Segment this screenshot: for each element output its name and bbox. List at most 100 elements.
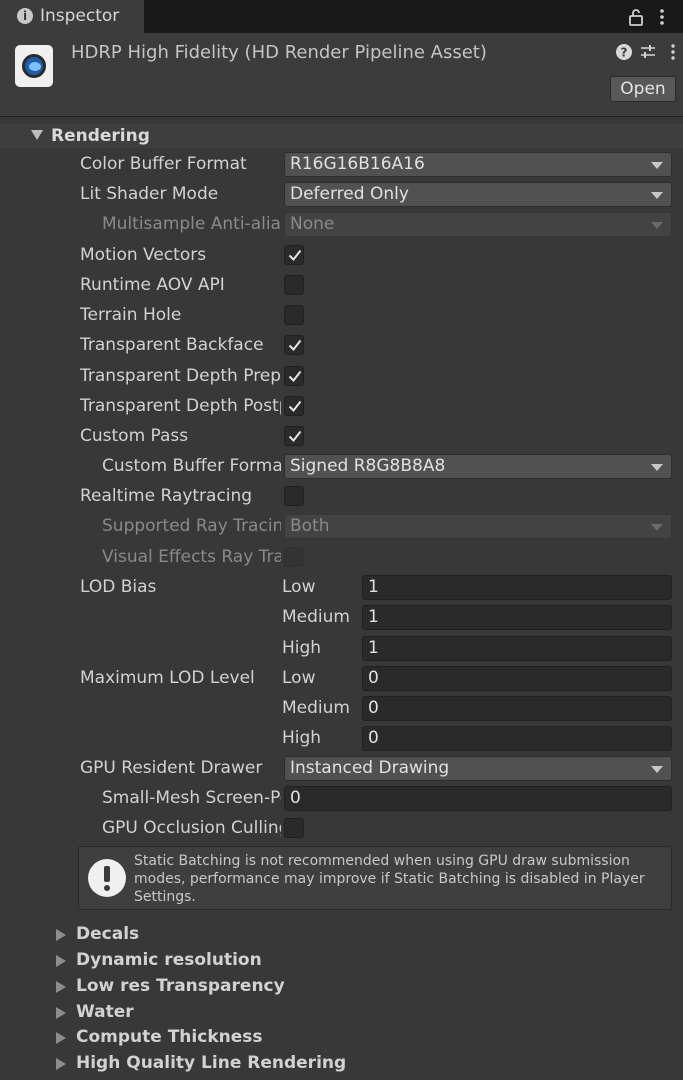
gpu-occlusion-culling-label: GPU Occlusion Culling (102, 818, 281, 838)
header-kebab-menu-icon[interactable] (664, 43, 682, 61)
low-res-transparency-foldout[interactable]: Low res Transparency (0, 975, 683, 999)
lod-bias-high-field[interactable]: 1 (362, 636, 672, 661)
max-lod-medium-label: Medium (282, 698, 350, 718)
gpu-resident-drawer-label: GPU Resident Drawer (80, 758, 263, 778)
msaa-dropdown: None (284, 212, 672, 237)
lod-bias-medium-value: 1 (368, 607, 379, 627)
max-lod-high-label: High (282, 728, 322, 748)
compute-thickness-label: Compute Thickness (76, 1027, 263, 1047)
lod-bias-low-value: 1 (368, 577, 379, 597)
lit-shader-mode-label: Lit Shader Mode (80, 184, 219, 204)
realtime-raytracing-label: Realtime Raytracing (80, 486, 253, 506)
realtime-raytracing-checkbox[interactable] (284, 486, 304, 506)
render-pipeline-asset-icon (15, 45, 53, 87)
gpu-occlusion-culling-checkbox[interactable] (284, 818, 304, 838)
visual-effects-ray-tracing-checkbox (284, 547, 304, 567)
chevron-down-icon (651, 222, 663, 229)
custom-pass-checkbox[interactable] (284, 426, 304, 446)
custom-buffer-format-label: Custom Buffer Format (102, 456, 281, 476)
foldout-collapsed-arrow-icon[interactable] (56, 929, 66, 941)
help-icon[interactable]: ? (615, 43, 633, 61)
lock-icon[interactable] (628, 7, 644, 27)
transparent-depth-prepass-label: Transparent Depth Prepass (80, 366, 281, 386)
lit-shader-mode-value: Deferred Only (290, 184, 409, 204)
checkmark-icon (288, 339, 302, 352)
motion-vectors-checkbox[interactable] (284, 245, 304, 265)
max-lod-high-value: 0 (368, 728, 379, 748)
compute-thickness-foldout[interactable]: Compute Thickness (0, 1026, 683, 1050)
transparent-backface-checkbox[interactable] (284, 335, 304, 355)
info-icon: i (17, 8, 33, 24)
chevron-down-icon (651, 524, 663, 531)
rendering-section-label: Rendering (51, 126, 150, 146)
checkmark-icon (288, 249, 302, 262)
foldout-collapsed-arrow-icon[interactable] (56, 1007, 66, 1019)
chevron-down-icon (651, 162, 663, 169)
small-mesh-culling-label: Small-Mesh Screen-Percentage (102, 788, 281, 808)
max-lod-level-label: Maximum LOD Level (80, 668, 255, 688)
max-lod-low-value: 0 (368, 668, 379, 688)
open-button[interactable]: Open (610, 76, 676, 102)
max-lod-low-field[interactable]: 0 (362, 666, 672, 691)
kebab-menu-icon[interactable] (654, 7, 670, 27)
transparent-depth-postpass-checkbox[interactable] (284, 396, 304, 416)
runtime-aov-checkbox[interactable] (284, 275, 304, 295)
foldout-collapsed-arrow-icon[interactable] (56, 1032, 66, 1044)
preset-sliders-icon[interactable] (639, 43, 657, 61)
transparent-depth-prepass-checkbox[interactable] (284, 366, 304, 386)
color-buffer-format-label: Color Buffer Format (80, 154, 247, 174)
terrain-hole-checkbox[interactable] (284, 305, 304, 325)
lod-bias-label: LOD Bias (80, 577, 157, 597)
tab-inspector[interactable]: i Inspector (0, 0, 144, 33)
gpu-resident-drawer-value: Instanced Drawing (290, 758, 450, 778)
custom-pass-label: Custom Pass (80, 426, 189, 446)
max-lod-medium-field[interactable]: 0 (362, 696, 672, 721)
lod-bias-medium-label: Medium (282, 607, 350, 627)
inspector-header: HDRP High Fidelity (HD Render Pipeline A… (0, 33, 683, 117)
lit-shader-mode-dropdown[interactable]: Deferred Only (284, 182, 672, 207)
motion-vectors-label: Motion Vectors (80, 245, 207, 265)
chevron-down-icon (651, 192, 663, 199)
static-batching-warning-text: Static Batching is not recommended when … (134, 853, 645, 905)
low-res-transparency-label: Low res Transparency (76, 976, 285, 996)
checkmark-icon (288, 370, 302, 383)
custom-buffer-format-dropdown[interactable]: Signed R8G8B8A8 (284, 454, 672, 479)
foldout-collapsed-arrow-icon[interactable] (56, 1058, 66, 1070)
foldout-collapsed-arrow-icon[interactable] (56, 981, 66, 993)
lod-bias-high-label: High (282, 638, 322, 658)
decals-label: Decals (76, 924, 140, 944)
water-label: Water (76, 1002, 134, 1022)
small-mesh-culling-field[interactable]: 0 (284, 786, 672, 811)
high-quality-line-rendering-label: High Quality Line Rendering (76, 1053, 347, 1073)
small-mesh-culling-value: 0 (290, 788, 301, 808)
foldout-expanded-arrow-icon[interactable] (31, 130, 43, 140)
runtime-aov-label: Runtime AOV API (80, 275, 225, 295)
custom-buffer-format-value: Signed R8G8B8A8 (290, 456, 446, 476)
dynamic-resolution-foldout[interactable]: Dynamic resolution (0, 949, 683, 973)
lod-bias-low-label: Low (282, 577, 316, 597)
rendering-foldout[interactable]: Rendering (0, 124, 683, 148)
transparent-depth-postpass-label: Transparent Depth Postpass (80, 396, 281, 416)
checkmark-icon (288, 400, 302, 413)
gpu-resident-drawer-dropdown[interactable]: Instanced Drawing (284, 756, 672, 781)
visual-effects-ray-tracing-label: Visual Effects Ray Tracing (102, 547, 281, 567)
max-lod-high-field[interactable]: 0 (362, 726, 672, 751)
max-lod-low-label: Low (282, 668, 316, 688)
decals-foldout[interactable]: Decals (0, 923, 683, 947)
transparent-backface-label: Transparent Backface (80, 335, 264, 355)
high-quality-line-rendering-foldout[interactable]: High Quality Line Rendering (0, 1052, 683, 1076)
color-buffer-format-dropdown[interactable]: R16G16B16A16 (284, 152, 672, 177)
asset-title: HDRP High Fidelity (HD Render Pipeline A… (71, 42, 487, 63)
tab-bar: i Inspector (0, 0, 683, 33)
foldout-collapsed-arrow-icon[interactable] (56, 955, 66, 967)
tab-inspector-label: Inspector (40, 6, 120, 26)
lod-bias-medium-field[interactable]: 1 (362, 605, 672, 630)
water-foldout[interactable]: Water (0, 1001, 683, 1025)
checkmark-icon (288, 430, 302, 443)
chevron-down-icon (651, 766, 663, 773)
lod-bias-low-field[interactable]: 1 (362, 575, 672, 600)
msaa-label: Multisample Anti-aliasing (102, 214, 281, 234)
warning-info-icon (88, 859, 126, 897)
terrain-hole-label: Terrain Hole (80, 305, 182, 325)
msaa-value: None (290, 214, 335, 234)
